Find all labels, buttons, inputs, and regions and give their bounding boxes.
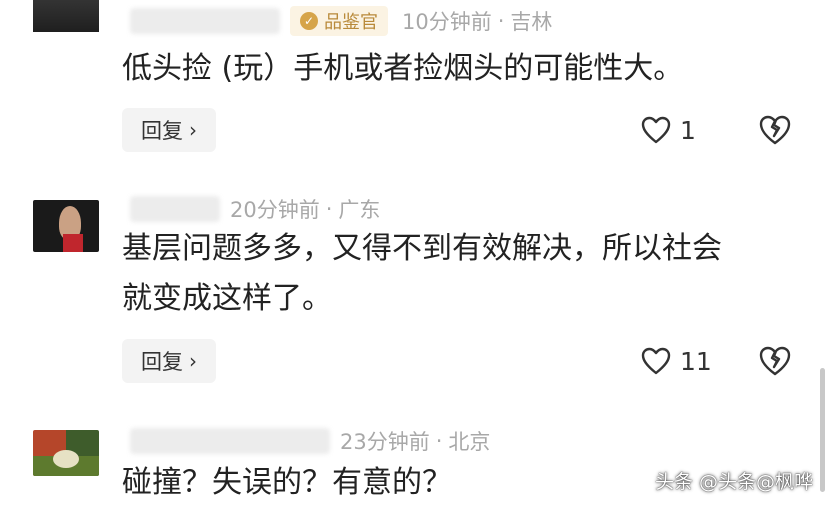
avatar-figure-clothes xyxy=(63,234,83,252)
comment-text-line: 低头捡 (玩）手机或者捡烟头的可能性大。 xyxy=(122,51,684,86)
chevron-right-icon: › xyxy=(189,118,197,142)
comment-item: ✓ 品鉴官 10分钟前 · 吉林 低头捡 (玩）手机或者捡烟头的可能性大。 回复… xyxy=(0,0,827,170)
reply-label: 回复 xyxy=(141,350,183,374)
comment-meta: ✓ 品鉴官 10分钟前 · 吉林 xyxy=(130,6,552,36)
badge: ✓ 品鉴官 xyxy=(290,6,388,36)
heart-outline-icon xyxy=(641,116,671,144)
comment-location: 吉林 xyxy=(510,10,553,34)
username-blurred[interactable] xyxy=(130,196,220,222)
avatar[interactable] xyxy=(33,430,99,476)
comment-text-line: 碰撞？失误的？有意的？ xyxy=(122,465,452,500)
comment-location: 北京 xyxy=(448,430,491,454)
username-blurred[interactable] xyxy=(130,428,330,454)
reply-label: 回复 xyxy=(141,119,183,143)
like-button[interactable]: 1 xyxy=(640,110,696,150)
comment-text: 低头捡 (玩）手机或者捡烟头的可能性大。 xyxy=(122,44,683,94)
meta-separator: · xyxy=(435,429,443,453)
avatar-detail xyxy=(53,450,79,468)
meta-separator: · xyxy=(497,9,505,33)
comment-meta: 23分钟前 · 北京 xyxy=(130,426,490,456)
comment-text: 基层问题多多，又得不到有效解决，所以社会 就变成这样了。 xyxy=(122,224,722,324)
comment-time: 10分钟前 xyxy=(402,10,492,34)
username-blurred[interactable] xyxy=(130,8,280,34)
badge-check-icon: ✓ xyxy=(300,12,318,30)
chevron-right-icon: › xyxy=(189,349,197,373)
heart-outline-icon xyxy=(641,347,671,375)
like-button[interactable]: 11 xyxy=(640,341,712,381)
comment-text-line: 就变成这样了。 xyxy=(122,281,332,316)
reply-button[interactable]: 回复 › xyxy=(122,339,216,383)
watermark: 头条 @头条@枫哗 xyxy=(654,471,813,493)
avatar[interactable] xyxy=(33,0,99,60)
like-count: 1 xyxy=(680,115,696,145)
broken-heart-icon[interactable] xyxy=(757,112,793,148)
meta-separator: · xyxy=(325,197,333,221)
comment-item: 20分钟前 · 广东 基层问题多多，又得不到有效解决，所以社会 就变成这样了。 … xyxy=(0,190,827,400)
comment-meta: 20分钟前 · 广东 xyxy=(130,194,380,224)
like-count: 11 xyxy=(680,346,712,376)
comment-time: 20分钟前 xyxy=(230,198,320,222)
reply-button[interactable]: 回复 › xyxy=(122,108,216,152)
comment-time: 23分钟前 xyxy=(340,430,430,454)
badge-label: 品鉴官 xyxy=(324,12,378,33)
comment-location: 广东 xyxy=(338,198,381,222)
broken-heart-icon[interactable] xyxy=(757,343,793,379)
avatar[interactable] xyxy=(33,200,99,252)
comment-text: 碰撞？失误的？有意的？ xyxy=(122,458,452,508)
comment-text-line: 基层问题多多，又得不到有效解决，所以社会 xyxy=(122,231,722,266)
scrollbar[interactable] xyxy=(820,368,825,492)
